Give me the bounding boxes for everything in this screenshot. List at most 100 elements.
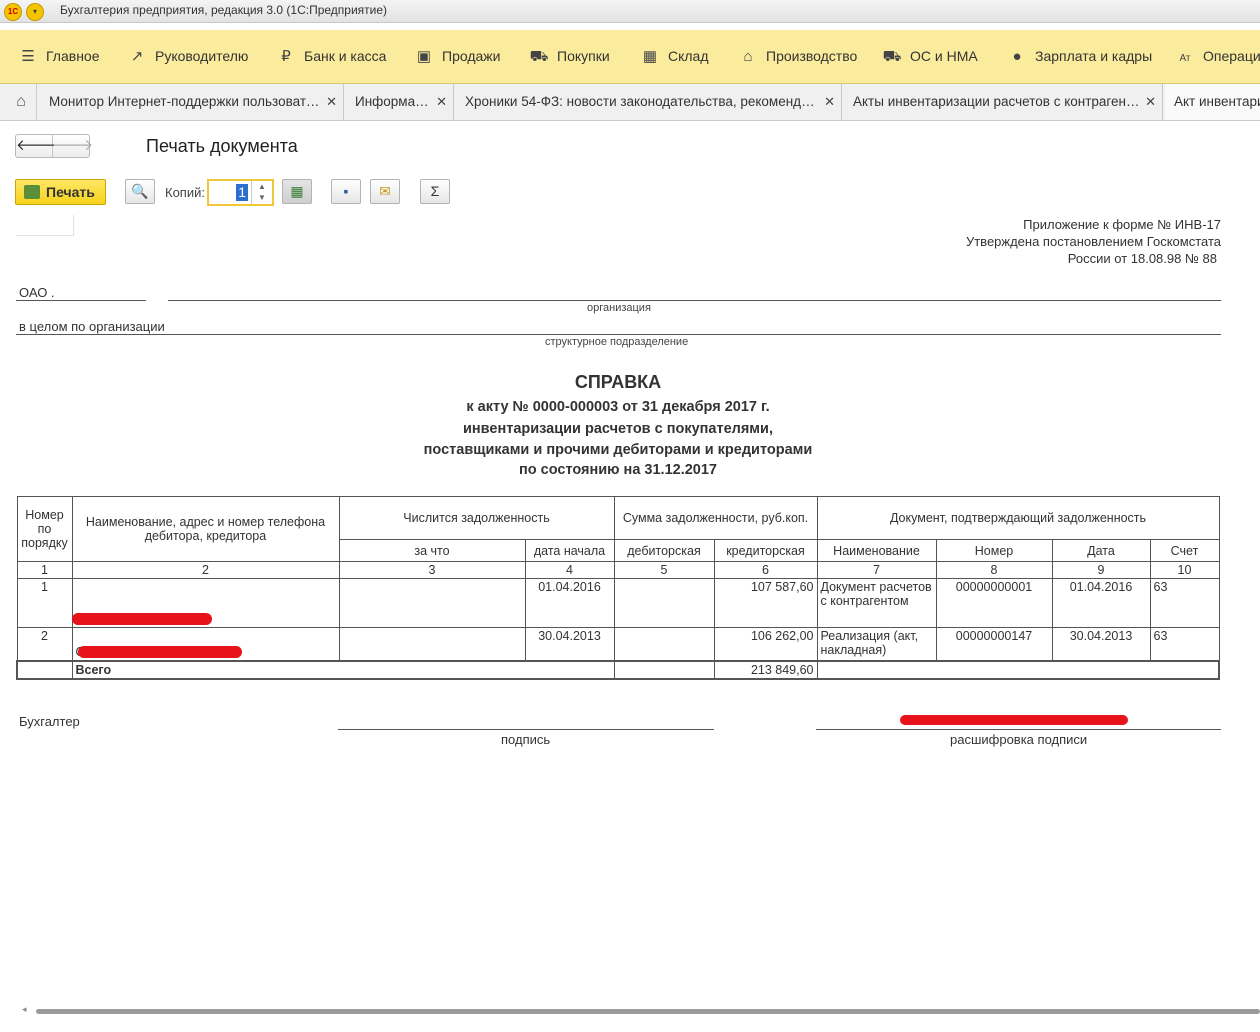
horizontal-scrollbar[interactable]: ◂: [16, 1004, 1260, 1016]
menu-icon: ☰: [21, 48, 35, 65]
col-number: 10: [1149, 561, 1220, 579]
save-button[interactable]: ▪: [331, 179, 361, 204]
window-title-bar: 1С ▾ Бухгалтерия предприятия, редакция 3…: [0, 0, 1260, 23]
ruble-icon: ₽: [281, 48, 291, 65]
row-num: 2: [16, 627, 73, 661]
row-doc-name: Реализация (акт, накладная): [816, 627, 937, 661]
spin-arrows-icon[interactable]: ▲ ▼: [251, 181, 272, 204]
header-name: Наименование, адрес и номер телефона деб…: [71, 496, 340, 562]
division-name: в целом по организации: [19, 319, 165, 334]
document-subtitle-2: инвентаризации расчетов с покупателями,: [463, 421, 773, 437]
scroll-left-icon[interactable]: ◂: [22, 1004, 27, 1015]
row-credit: 107 587,60: [713, 578, 818, 628]
appendix-line-3: России от 18.08.98 № 88: [1067, 251, 1217, 266]
bag-icon: ▣: [416, 48, 432, 65]
header-debit: дебиторская: [613, 539, 715, 562]
main-menu-icon[interactable]: ▾: [26, 3, 44, 21]
close-icon[interactable]: ✕: [326, 84, 337, 120]
history-nav: 🡐 🡒: [15, 134, 93, 158]
section-sales[interactable]: ▣ Продажи: [414, 30, 501, 83]
sum-button[interactable]: Σ: [420, 179, 450, 204]
printer-icon: [24, 185, 40, 199]
decode-caption: расшифровка подписи: [950, 732, 1088, 747]
section-purchases[interactable]: ⛟ Покупки: [529, 30, 610, 83]
organization-name: ОАО .: [19, 285, 55, 300]
back-arrow-icon[interactable]: 🡐: [16, 135, 56, 157]
signature-line: [338, 729, 714, 730]
window-title: Бухгалтерия предприятия, редакция 3.0 (1…: [60, 3, 388, 17]
col-number: 1: [16, 561, 73, 579]
sections-panel: ☰ Главное ↗ Руководителю ₽ Банк и касса ▣ Пр…: [0, 30, 1260, 84]
total-label: Всего: [71, 659, 615, 680]
header-document: Документ, подтверждающий задолженность: [816, 496, 1220, 540]
home-icon[interactable]: ⌂: [6, 84, 37, 120]
copies-value: 1: [236, 184, 248, 201]
row-num: 1: [16, 578, 73, 628]
section-payroll[interactable]: ● Зарплата и кадры: [1007, 30, 1152, 83]
section-warehouse[interactable]: ▦ Склад: [640, 30, 709, 83]
sigma-icon: Σ: [430, 183, 440, 199]
col-number: 6: [713, 561, 818, 579]
copies-field[interactable]: 1 ▲ ▼: [207, 179, 274, 206]
cell-selection-frame: [16, 215, 74, 236]
tab-information[interactable]: Информация ✕: [346, 84, 454, 120]
section-label: Руководителю: [155, 48, 249, 64]
col-number: 8: [935, 561, 1053, 579]
header-debt-listed: Числится задолженность: [338, 496, 615, 540]
section-label: Операции: [1203, 48, 1260, 64]
send-email-button[interactable]: ✉: [370, 179, 400, 204]
redaction-mark: [72, 613, 212, 625]
section-main[interactable]: ☰ Главное: [18, 30, 99, 83]
section-manager[interactable]: ↗ Руководителю: [127, 30, 249, 83]
preview-button[interactable]: 🔍: [125, 179, 155, 204]
truck-icon: ⛟: [882, 48, 902, 65]
row-account: 63: [1149, 627, 1220, 661]
tab-label: Монитор Интернет-поддержки пользователей: [49, 94, 321, 109]
section-label: Склад: [668, 48, 709, 64]
print-button-label: Печать: [46, 184, 95, 200]
section-production[interactable]: ⌂ Производство: [738, 30, 857, 83]
close-icon[interactable]: ✕: [1145, 84, 1156, 120]
row-start-date: 01.04.2016: [524, 578, 615, 628]
section-label: Покупки: [557, 48, 610, 64]
section-fixed-assets[interactable]: ⛟ ОС и НМА: [882, 30, 978, 83]
section-label: Зарплата и кадры: [1035, 48, 1153, 64]
edit-mode-button[interactable]: ▦: [282, 179, 312, 204]
section-operations[interactable]: Ат Операции: [1175, 30, 1260, 83]
document-subtitle-4: по состоянию на 31.12.2017: [519, 462, 717, 478]
tab-label: Информация: [355, 94, 435, 109]
total-debit: [613, 659, 715, 680]
row-for-what: [338, 578, 526, 628]
cart-icon: ⛟: [529, 48, 549, 65]
tab-inventory-act-active[interactable]: Акт инвентаризации: [1165, 84, 1260, 120]
header-sum: Сумма задолженности, руб.коп.: [613, 496, 818, 540]
envelope-icon: ✉: [379, 183, 391, 199]
close-icon[interactable]: ✕: [436, 84, 447, 120]
tab-label: Акт инвентаризации: [1174, 94, 1260, 109]
scrollbar-thumb[interactable]: [36, 1009, 1260, 1014]
header-credit: кредиторская: [713, 539, 818, 562]
factory-icon: ⌂: [743, 48, 753, 65]
forward-arrow-icon[interactable]: 🡒: [53, 135, 93, 157]
person-icon: ●: [1012, 48, 1022, 65]
grid-icon: ▦: [642, 48, 658, 65]
header-doc-name: Наименование: [816, 539, 937, 562]
tab-inventory-acts[interactable]: Акты инвентаризации расчетов с контраген…: [844, 84, 1163, 120]
floppy-disk-icon: ▪: [343, 183, 349, 199]
redaction-mark: [900, 715, 1128, 725]
print-button[interactable]: Печать: [15, 179, 106, 205]
tab-chronicles[interactable]: Хроники 54-ФЗ: новости законодательства,…: [456, 84, 842, 120]
close-icon[interactable]: ✕: [824, 84, 835, 120]
row-doc-number: 00000000001: [935, 578, 1053, 628]
col-number: 9: [1051, 561, 1151, 579]
signature-caption: подпись: [501, 732, 551, 747]
open-windows-bar: ⌂ Монитор Интернет-поддержки пользовател…: [0, 84, 1260, 121]
total-credit: 213 849,60: [713, 659, 818, 680]
col-number: 7: [816, 561, 937, 579]
copies-label: Копий:: [165, 185, 205, 200]
ledger-icon: Ат: [1179, 53, 1191, 64]
tab-label: Акты инвентаризации расчетов с контраген…: [853, 94, 1143, 109]
org-underline: [168, 300, 1221, 301]
section-bank[interactable]: ₽ Банк и касса: [276, 30, 386, 83]
tab-monitor[interactable]: Монитор Интернет-поддержки пользователей…: [40, 84, 344, 120]
